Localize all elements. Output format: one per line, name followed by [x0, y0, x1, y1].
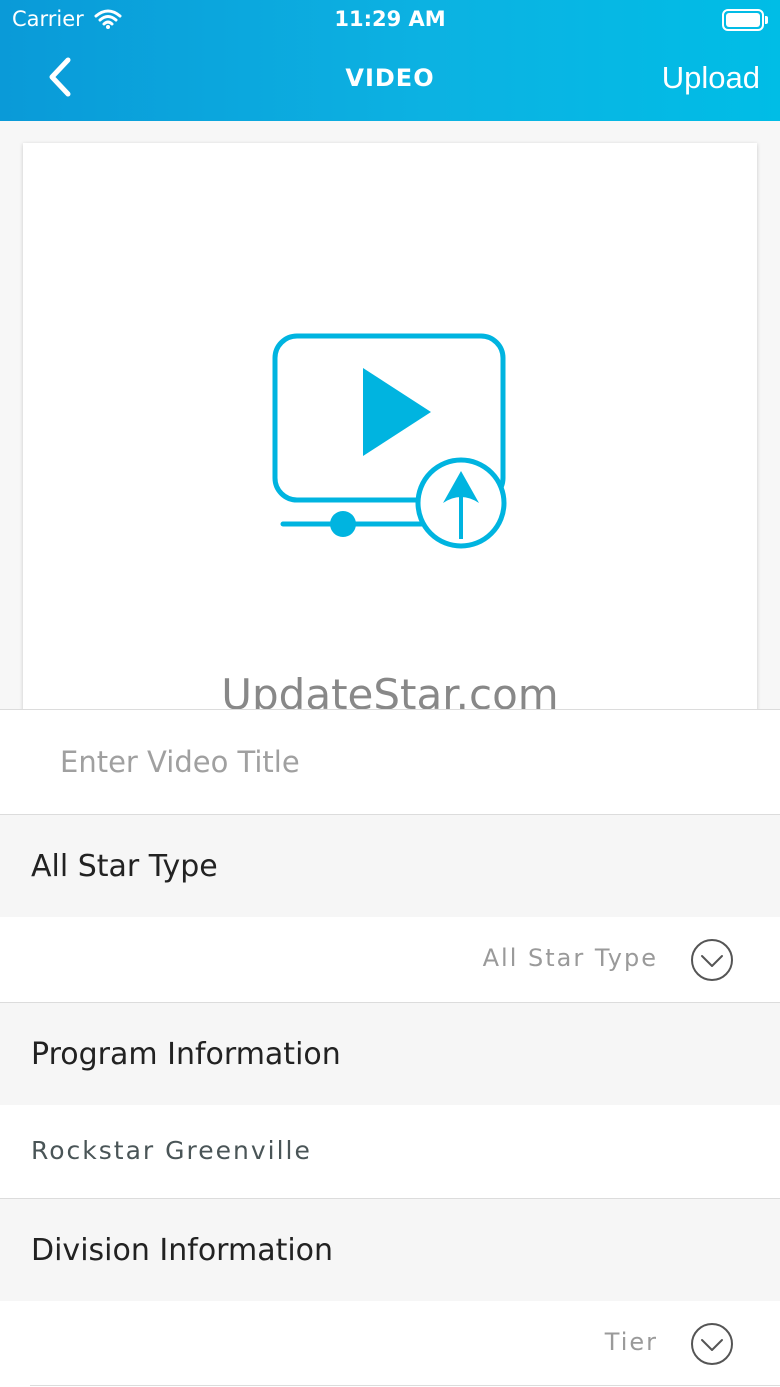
- all-star-type-section: All Star Type: [0, 815, 780, 917]
- division-information-section: Division Information: [0, 1199, 780, 1301]
- program-information-section: Program Information: [0, 1003, 780, 1105]
- program-information-value: Rockstar Greenville: [31, 1136, 312, 1165]
- video-title-row: [0, 710, 780, 814]
- status-bar: Carrier 11:29 AM: [0, 0, 780, 40]
- video-upload-icon: [271, 331, 511, 555]
- division-tier-value: Tier: [604, 1328, 658, 1356]
- all-star-type-label: All Star Type: [31, 849, 218, 884]
- division-tier-picker[interactable]: Tier: [0, 1301, 780, 1387]
- program-information-row: Rockstar Greenville: [0, 1105, 780, 1198]
- program-information-label: Program Information: [31, 1037, 341, 1072]
- divider: [30, 1385, 780, 1386]
- upload-button[interactable]: Upload: [662, 60, 760, 96]
- video-title-input[interactable]: [60, 710, 740, 814]
- navigation-header: Carrier 11:29 AM VIDEO Upload: [0, 0, 780, 121]
- division-information-label: Division Information: [31, 1233, 334, 1268]
- chevron-down-icon: [691, 939, 733, 981]
- divider: [0, 709, 780, 710]
- all-star-type-value: All Star Type: [482, 944, 658, 972]
- all-star-type-picker[interactable]: All Star Type: [0, 917, 780, 1002]
- video-picker-card[interactable]: [23, 143, 757, 713]
- chevron-down-icon: [691, 1323, 733, 1365]
- battery-icon: [722, 9, 768, 31]
- status-time: 11:29 AM: [334, 7, 446, 31]
